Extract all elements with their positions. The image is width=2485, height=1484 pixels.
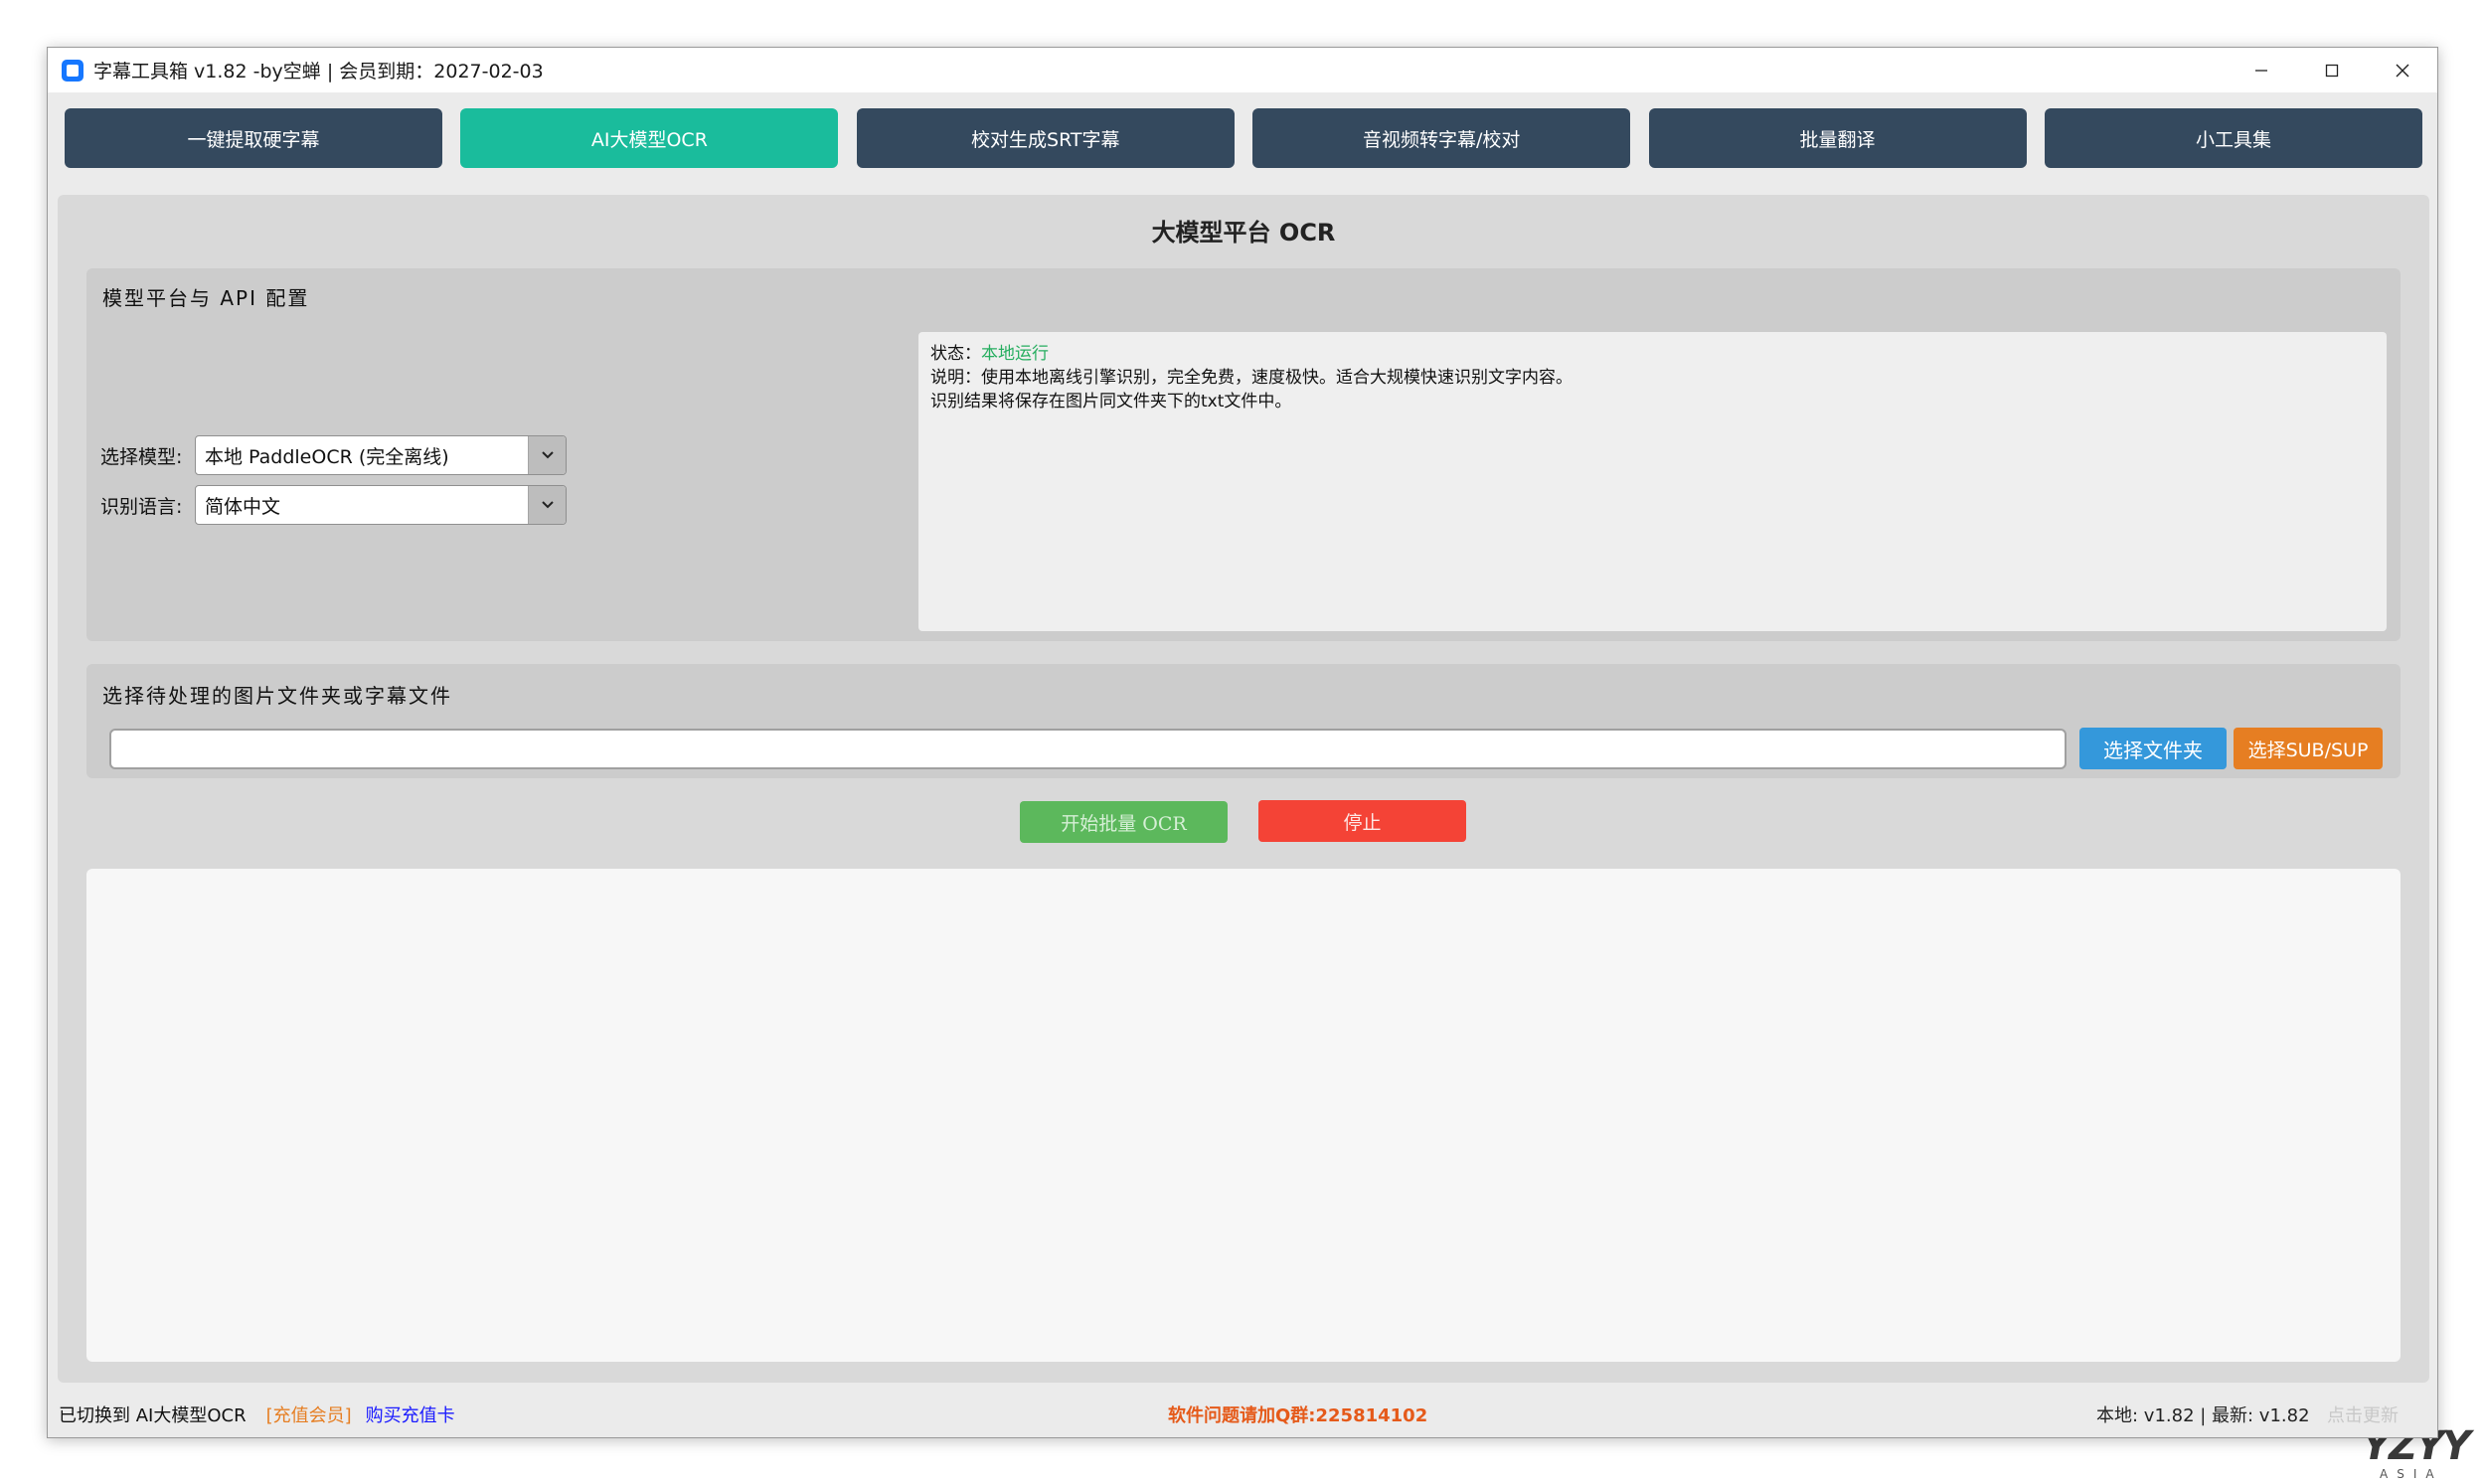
title-bar[interactable]: 字幕工具箱 v1.82 -by空蝉 | 会员到期：2027-02-03 xyxy=(48,48,2437,92)
description-line-2: 识别结果将保存在图片同文件夹下的txt文件中。 xyxy=(930,392,1292,412)
status-left: 已切换到 AI大模型OCR [充值会员] 购买充值卡 xyxy=(59,1402,455,1427)
select-sub-sup-button[interactable]: 选择SUB/SUP xyxy=(2234,728,2383,769)
ocr-panel: 大模型平台 OCR 模型平台与 API 配置 选择模型: 本地 PaddleOC… xyxy=(58,195,2429,1383)
watermark-sub-text: ASIA xyxy=(2380,1467,2443,1481)
recharge-vip-link[interactable]: [充值会员] xyxy=(266,1402,352,1427)
log-output[interactable] xyxy=(86,869,2401,1362)
model-select[interactable]: 本地 PaddleOCR (完全离线) xyxy=(195,435,567,475)
model-config-group: 模型平台与 API 配置 选择模型: 本地 PaddleOCR (完全离线) 识… xyxy=(86,268,2401,641)
tab-av-to-subtitle[interactable]: 音视频转字幕/校对 xyxy=(1252,108,1631,168)
app-window: 字幕工具箱 v1.82 -by空蝉 | 会员到期：2027-02-03 一键提取… xyxy=(47,47,2438,1438)
language-select-value: 简体中文 xyxy=(205,495,281,518)
close-icon xyxy=(2396,64,2408,77)
language-dropdown-button[interactable] xyxy=(528,486,566,524)
model-label: 选择模型: xyxy=(100,445,183,468)
app-icon xyxy=(62,59,83,82)
tab-extract-hardsub[interactable]: 一键提取硬字幕 xyxy=(65,108,442,168)
description-line-1: 说明：使用本地离线引擎识别，完全免费，速度极快。适合大规模快速识别文字内容。 xyxy=(930,368,1573,388)
check-update-link[interactable]: 点击更新 xyxy=(2327,1402,2399,1427)
file-select-group: 选择待处理的图片文件夹或字幕文件 选择文件夹 选择SUB/SUP xyxy=(86,664,2401,778)
window-title: 字幕工具箱 v1.82 -by空蝉 | 会员到期：2027-02-03 xyxy=(93,61,544,82)
tab-proofread-srt[interactable]: 校对生成SRT字幕 xyxy=(856,108,1235,168)
status-value: 本地运行 xyxy=(981,344,1049,364)
model-row: 选择模型: 本地 PaddleOCR (完全离线) xyxy=(100,435,567,475)
version-info: 本地: v1.82 | 最新: v1.82 xyxy=(2096,1405,2310,1426)
close-button[interactable] xyxy=(2367,48,2437,92)
file-group-label: 选择待处理的图片文件夹或字幕文件 xyxy=(102,684,452,708)
tab-tools[interactable]: 小工具集 xyxy=(2044,108,2422,168)
select-folder-button[interactable]: 选择文件夹 xyxy=(2079,728,2227,769)
window-controls xyxy=(2226,48,2437,92)
page-title: 大模型平台 OCR xyxy=(1151,218,1336,247)
model-select-value: 本地 PaddleOCR (完全离线) xyxy=(205,445,449,468)
maximize-icon xyxy=(2325,64,2338,77)
status-message: 已切换到 AI大模型OCR xyxy=(59,1405,247,1426)
stop-button[interactable]: 停止 xyxy=(1258,800,1466,842)
language-select[interactable]: 简体中文 xyxy=(195,485,567,525)
language-label: 识别语言: xyxy=(100,495,183,518)
status-label: 状态： xyxy=(930,344,981,364)
status-bar: 已切换到 AI大模型OCR [充值会员] 购买充值卡 软件问题请加Q群:2258… xyxy=(48,1392,2437,1437)
qq-group-notice: 软件问题请加Q群:225814102 xyxy=(1168,1405,1428,1426)
path-input[interactable] xyxy=(109,729,2067,769)
config-group-label: 模型平台与 API 配置 xyxy=(102,286,310,310)
chevron-down-icon xyxy=(541,501,554,509)
model-dropdown-button[interactable] xyxy=(528,436,566,474)
language-row: 识别语言: 简体中文 xyxy=(100,485,567,525)
main-tabs: 一键提取硬字幕 AI大模型OCR 校对生成SRT字幕 音视频转字幕/校对 批量翻… xyxy=(65,108,2422,168)
model-info-box: 状态：本地运行 说明：使用本地离线引擎识别，完全免费，速度极快。适合大规模快速识… xyxy=(918,332,2387,631)
tab-batch-translate[interactable]: 批量翻译 xyxy=(1648,108,2027,168)
minimize-icon xyxy=(2254,69,2267,72)
chevron-down-icon xyxy=(541,451,554,459)
buy-card-link[interactable]: 购买充值卡 xyxy=(366,1402,455,1427)
minimize-button[interactable] xyxy=(2226,48,2296,92)
maximize-button[interactable] xyxy=(2296,48,2367,92)
tab-ai-ocr[interactable]: AI大模型OCR xyxy=(460,108,839,168)
start-ocr-button[interactable]: 开始批量 OCR xyxy=(1020,801,1228,843)
status-line: 状态：本地运行 xyxy=(930,342,2375,366)
